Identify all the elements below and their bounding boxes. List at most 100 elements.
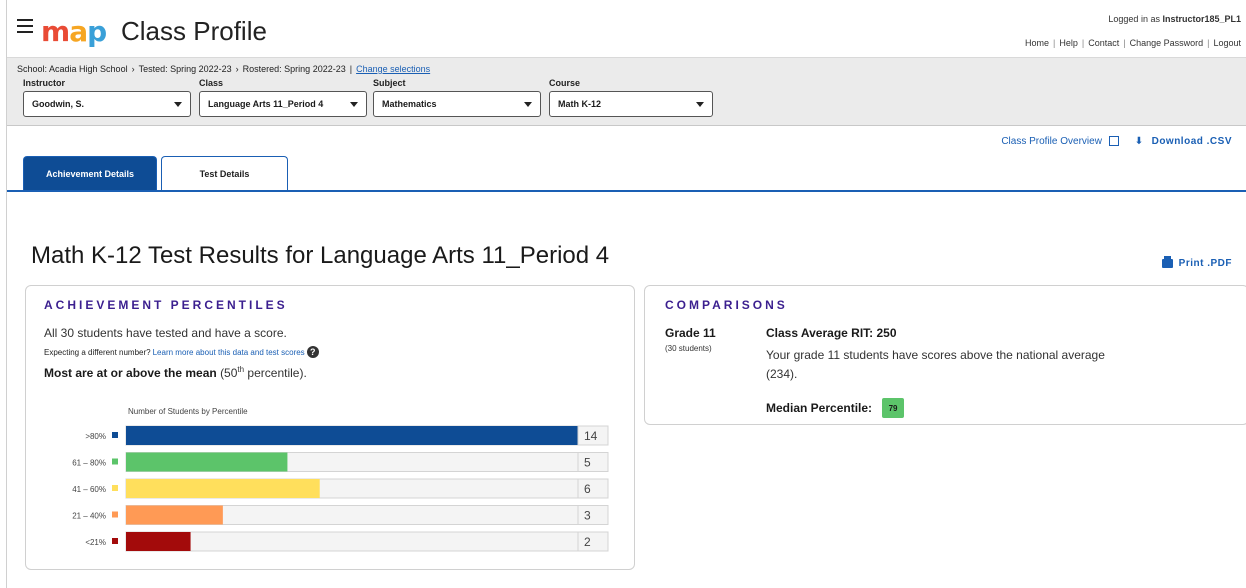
chevron-down-icon bbox=[350, 101, 358, 107]
logged-in-status: Logged in as Instructor185_PL1 bbox=[1108, 14, 1241, 24]
bar-value-label: 2 bbox=[584, 535, 591, 549]
bar-3 bbox=[126, 505, 223, 525]
mean-summary-bold: Most are at or above the mean bbox=[44, 366, 217, 380]
category-label: 41 – 60% bbox=[72, 485, 106, 494]
report-actions: Class Profile Overview ⬇ Download .CSV bbox=[1001, 136, 1232, 147]
percentile-bar-chart: 14 >80% 5 61 – 80% 6 41 – 60% 3 21 – 40% 2 <21% bbox=[72, 425, 609, 552]
category-label: <21% bbox=[85, 538, 106, 547]
breadcrumb-tested: Tested: Spring 2022-23 bbox=[138, 64, 232, 74]
chevron-down-icon bbox=[696, 101, 704, 107]
class-profile-overview-link[interactable]: Class Profile Overview bbox=[1001, 136, 1119, 147]
chevron-down-icon bbox=[174, 101, 182, 107]
download-csv-label: Download .CSV bbox=[1151, 136, 1232, 147]
logged-in-prefix: Logged in as bbox=[1108, 14, 1160, 24]
bar-track bbox=[125, 531, 609, 552]
course-select[interactable]: Math K-12 bbox=[549, 91, 713, 117]
category-label: 61 – 80% bbox=[72, 459, 106, 468]
home-link[interactable]: Home bbox=[1025, 38, 1049, 48]
subject-label: Subject bbox=[373, 78, 406, 88]
category-label: 21 – 40% bbox=[72, 512, 106, 521]
breadcrumb-school: School: Acadia High School bbox=[17, 64, 128, 74]
tested-summary: All 30 students have tested and have a s… bbox=[44, 326, 287, 340]
achievement-card-title: ACHIEVEMENT PERCENTILES bbox=[44, 298, 288, 312]
instructor-label: Instructor bbox=[23, 78, 66, 88]
chevron-right-icon: › bbox=[131, 64, 135, 74]
app-frame: map Class Profile Logged in as Instructo… bbox=[6, 0, 1246, 588]
legend-swatch bbox=[112, 458, 118, 465]
legend-swatch bbox=[112, 485, 118, 491]
legend-swatch bbox=[112, 511, 118, 518]
expectation-prefix: Expecting a different number? bbox=[44, 347, 151, 357]
breadcrumb-rostered: Rostered: Spring 2022-23 bbox=[242, 64, 346, 74]
tab-test-details[interactable]: Test Details bbox=[161, 156, 288, 191]
category-label: >80% bbox=[85, 432, 106, 441]
course-value: Math K-12 bbox=[558, 99, 602, 109]
class-value: Language Arts 11_Period 4 bbox=[208, 99, 324, 109]
bar-1 bbox=[126, 452, 288, 472]
mean-summary: Most are at or above the mean (50th perc… bbox=[44, 365, 307, 380]
bar-0 bbox=[126, 426, 578, 445]
selection-bar: School: Acadia High School › Tested: Spr… bbox=[7, 58, 1246, 126]
help-icon[interactable]: ? bbox=[306, 346, 319, 358]
page-title: Math K-12 Test Results for Language Arts… bbox=[31, 242, 610, 269]
chart-title: Number of Students by Percentile bbox=[128, 407, 248, 416]
bar-4 bbox=[126, 532, 191, 551]
course-selector: Course Math K-12 bbox=[549, 78, 713, 117]
external-link-icon bbox=[1108, 136, 1119, 147]
username: Instructor185_PL1 bbox=[1162, 14, 1241, 24]
contact-link[interactable]: Contact bbox=[1088, 38, 1119, 48]
subject-value: Mathematics bbox=[382, 99, 437, 109]
comparison-description: Your grade 11 students have scores above… bbox=[766, 348, 1105, 381]
tab-underline bbox=[7, 190, 1246, 192]
subject-select[interactable]: Mathematics bbox=[373, 91, 541, 117]
top-links: Home | Help | Contact | Change Password | Lo… bbox=[1024, 38, 1241, 48]
menu-icon[interactable] bbox=[17, 19, 33, 33]
change-selections-link[interactable]: Change selections bbox=[356, 64, 430, 74]
download-icon: ⬇ bbox=[1134, 136, 1144, 147]
comparisons-card-title: COMPARISONS bbox=[665, 298, 788, 312]
class-profile-overview-label: Class Profile Overview bbox=[1001, 136, 1102, 147]
instructor-select[interactable]: Goodwin, S. bbox=[23, 91, 191, 117]
class-average-rit: Class Average RIT: 250 bbox=[766, 326, 897, 340]
median-percentile-badge: 79 bbox=[882, 398, 905, 418]
change-password-link[interactable]: Change Password bbox=[1130, 38, 1204, 48]
app-title: Class Profile bbox=[121, 16, 267, 46]
map-logo[interactable]: map bbox=[41, 14, 107, 46]
logout-link[interactable]: Logout bbox=[1213, 38, 1241, 48]
learn-more-link[interactable]: Learn more about this data and test scor… bbox=[153, 348, 305, 357]
print-pdf-label: Print .PDF bbox=[1178, 258, 1232, 269]
mean-summary-a: (50 bbox=[220, 366, 238, 380]
class-label: Class bbox=[199, 78, 224, 88]
class-selector: Class Language Arts 11_Period 4 bbox=[199, 78, 367, 117]
grade-label: Grade 11 bbox=[665, 326, 716, 340]
subject-selector: Subject Mathematics bbox=[373, 78, 541, 117]
print-pdf-link[interactable]: Print .PDF bbox=[1161, 256, 1232, 269]
mean-summary-sup: th bbox=[237, 365, 245, 374]
course-label: Course bbox=[549, 78, 581, 88]
class-select[interactable]: Language Arts 11_Period 4 bbox=[199, 91, 367, 117]
achievement-percentiles-card: ACHIEVEMENT PERCENTILES All 30 students … bbox=[25, 285, 635, 570]
bar-value-label: 5 bbox=[584, 456, 591, 470]
bar-value-label: 6 bbox=[584, 482, 591, 496]
bar-value-label: 3 bbox=[584, 509, 591, 523]
app-header: map Class Profile Logged in as Instructo… bbox=[7, 0, 1246, 58]
bar-value-label: 14 bbox=[584, 429, 598, 443]
legend-swatch bbox=[112, 432, 118, 438]
mean-summary-b: percentile). bbox=[247, 366, 307, 380]
instructor-selector: Instructor Goodwin, S. bbox=[23, 78, 191, 117]
chevron-down-icon bbox=[524, 101, 532, 107]
legend-swatch bbox=[112, 538, 118, 544]
grade-student-count: (30 students) bbox=[665, 344, 712, 353]
comparisons-card: COMPARISONS Grade 11 (30 students) Class… bbox=[644, 285, 1246, 425]
breadcrumb: School: Acadia High School › Tested: Spr… bbox=[17, 64, 431, 74]
median-percentile-label: Median Percentile: bbox=[766, 401, 873, 415]
download-csv-link[interactable]: ⬇ Download .CSV bbox=[1135, 136, 1232, 147]
bar-2 bbox=[126, 479, 320, 498]
expectation-note: Expecting a different number? Learn more… bbox=[44, 346, 319, 358]
instructor-value: Goodwin, S. bbox=[32, 99, 84, 109]
printer-icon bbox=[1161, 256, 1173, 268]
median-percentile: Median Percentile: 79 bbox=[766, 398, 905, 418]
tab-achievement-details[interactable]: Achievement Details bbox=[23, 156, 157, 191]
help-link[interactable]: Help bbox=[1059, 38, 1078, 48]
chevron-right-icon: › bbox=[235, 64, 239, 74]
